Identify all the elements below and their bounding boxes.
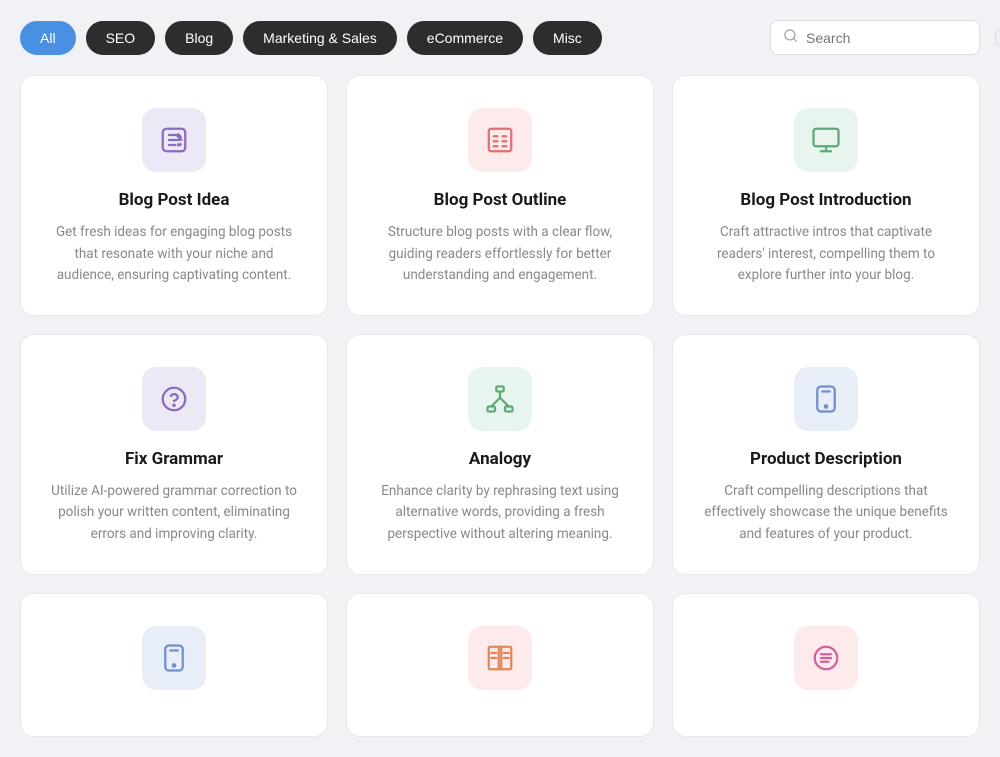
card-desc: Enhance clarity by rephrasing text using… — [371, 481, 629, 546]
filter-seo[interactable]: SEO — [86, 21, 156, 55]
card-partial-2[interactable] — [346, 593, 654, 737]
card-title: Analogy — [469, 449, 531, 469]
card-fix-grammar[interactable]: Fix Grammar Utilize AI-powered grammar c… — [20, 334, 328, 575]
card-desc: Structure blog posts with a clear flow, … — [371, 222, 629, 287]
filter-ecommerce[interactable]: eCommerce — [407, 21, 523, 55]
card-icon-wrapper — [794, 626, 858, 690]
network-icon — [485, 384, 515, 414]
card-partial-3[interactable] — [672, 593, 980, 737]
question-icon — [159, 384, 189, 414]
search-shortcut: / — [995, 29, 1000, 46]
card-icon-wrapper — [142, 626, 206, 690]
search-container: / — [770, 20, 980, 55]
card-desc: Craft attractive intros that captivate r… — [697, 222, 955, 287]
monitor-icon — [811, 125, 841, 155]
search-input[interactable] — [806, 30, 987, 46]
card-icon-wrapper — [468, 367, 532, 431]
filter-marketing[interactable]: Marketing & Sales — [243, 21, 397, 55]
card-icon-wrapper — [468, 626, 532, 690]
filter-blog[interactable]: Blog — [165, 21, 233, 55]
card-title: Fix Grammar — [125, 449, 223, 469]
phone-icon-2 — [159, 643, 189, 673]
search-icon — [783, 28, 798, 47]
card-desc: Utilize AI-powered grammar correction to… — [45, 481, 303, 546]
book-icon — [485, 643, 515, 673]
card-title: Blog Post Outline — [434, 190, 567, 210]
card-title: Product Description — [750, 449, 902, 469]
card-icon-wrapper — [142, 108, 206, 172]
card-partial-1[interactable] — [20, 593, 328, 737]
filter-misc[interactable]: Misc — [533, 21, 602, 55]
edit-icon — [159, 125, 189, 155]
card-desc: Get fresh ideas for engaging blog posts … — [45, 222, 303, 287]
card-icon-wrapper — [794, 367, 858, 431]
card-blog-post-outline[interactable]: Blog Post Outline Structure blog posts w… — [346, 75, 654, 316]
card-blog-post-intro[interactable]: Blog Post Introduction Craft attractive … — [672, 75, 980, 316]
card-desc: Craft compelling descriptions that effec… — [697, 481, 955, 546]
list-icon — [485, 125, 515, 155]
filter-all[interactable]: All — [20, 21, 76, 55]
card-icon-wrapper — [468, 108, 532, 172]
card-icon-wrapper — [794, 108, 858, 172]
phone-icon — [811, 384, 841, 414]
card-analogy[interactable]: Analogy Enhance clarity by rephrasing te… — [346, 334, 654, 575]
cards-grid: Blog Post Idea Get fresh ideas for engag… — [20, 75, 980, 737]
filter-bar: All SEO Blog Marketing & Sales eCommerce… — [20, 20, 980, 55]
list-circle-icon — [811, 643, 841, 673]
card-title: Blog Post Idea — [119, 190, 230, 210]
card-icon-wrapper — [142, 367, 206, 431]
card-title: Blog Post Introduction — [740, 190, 911, 210]
card-product-description[interactable]: Product Description Craft compelling des… — [672, 334, 980, 575]
card-blog-post-idea[interactable]: Blog Post Idea Get fresh ideas for engag… — [20, 75, 328, 316]
